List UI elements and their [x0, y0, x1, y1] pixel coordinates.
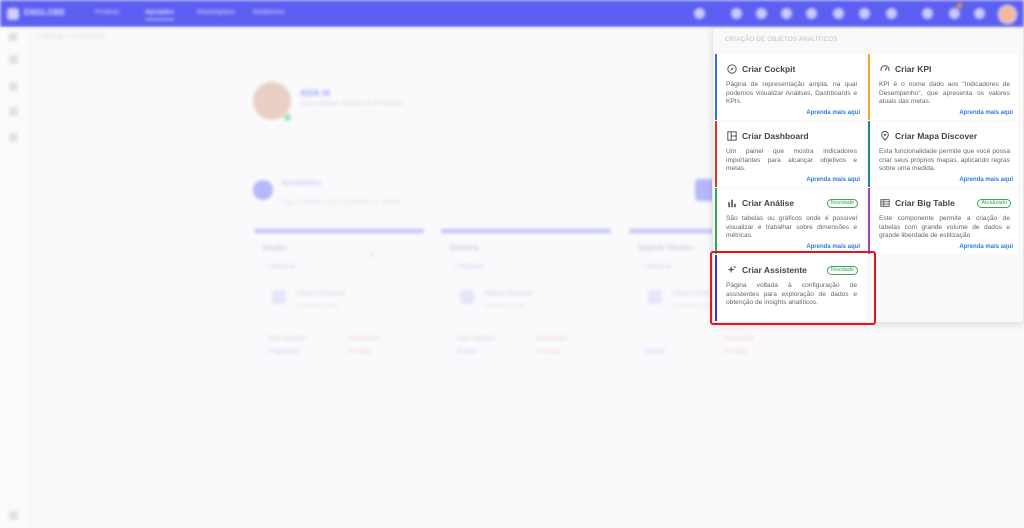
table-icon — [879, 198, 890, 209]
card-description: Esta funcionalidade permite que você pos… — [879, 148, 1010, 173]
gauge-icon — [879, 64, 890, 75]
map-pin-icon — [879, 131, 890, 142]
card-title: Criar Análise — [742, 198, 795, 208]
folder-icon[interactable] — [859, 8, 870, 19]
learn-more-link[interactable]: Aprenda mais aqui — [959, 110, 1013, 116]
card-description: Este componente permite a criação de tab… — [879, 215, 1010, 240]
apps-icon[interactable] — [731, 8, 742, 19]
search-icon[interactable] — [694, 8, 705, 19]
learn-more-link[interactable]: Aprenda mais aqui — [959, 244, 1013, 250]
dashboard-icon — [726, 131, 737, 142]
nav-item-relatorios[interactable]: Relatórios — [253, 9, 285, 16]
help-icon[interactable] — [922, 8, 933, 19]
card-title: Criar Dashboard — [742, 131, 809, 141]
card-description: Um painel que mostra indicadores importa… — [726, 148, 857, 173]
app-logo-text: ENGLOBE — [24, 8, 66, 17]
card-description: KPI é o nome dado aos "Indicadores de De… — [879, 81, 1010, 106]
bell-icon[interactable] — [949, 8, 960, 19]
bar-chart-icon — [726, 198, 737, 209]
chat-icon[interactable] — [781, 8, 792, 19]
top-navigation-bar: ENGLOBE Produto Apoiados Marketplace Rel… — [0, 0, 1024, 27]
learn-more-link[interactable]: Aprenda mais aqui — [806, 110, 860, 116]
user-avatar[interactable] — [998, 5, 1017, 24]
settings-icon[interactable] — [974, 8, 985, 19]
notification-badge — [957, 3, 962, 8]
new-badge: Novidade — [826, 198, 858, 208]
create-big-table-card[interactable]: Criar Big Table Atualizado Este componen… — [868, 188, 1018, 254]
panel-header: CRIAÇÃO DE OBJETOS ANALÍTICOS — [725, 37, 838, 43]
create-map-discover-card[interactable]: Criar Mapa Discover Esta funcionalidade … — [868, 121, 1018, 187]
chart-icon[interactable] — [806, 8, 817, 19]
card-title: Criar Mapa Discover — [895, 131, 978, 141]
create-dashboard-card[interactable]: Criar Dashboard Um painel que mostra ind… — [715, 121, 865, 187]
create-kpi-card[interactable]: Criar KPI KPI é o nome dado aos "Indicad… — [868, 54, 1018, 120]
nav-item-marketplace[interactable]: Marketplace — [197, 9, 235, 16]
card-title: Criar KPI — [895, 64, 932, 74]
create-cockpit-card[interactable]: Criar Cockpit Página de representação am… — [715, 54, 865, 120]
learn-more-link[interactable]: Aprenda mais aqui — [806, 177, 860, 183]
compass-icon — [726, 64, 737, 75]
calendar-icon[interactable] — [756, 8, 767, 19]
card-title: Criar Big Table — [895, 198, 955, 208]
card-description: São tabelas ou gráficos onde é possível … — [726, 215, 857, 240]
nav-item-produto[interactable]: Produto — [95, 9, 120, 16]
nav-item-apoiados[interactable]: Apoiados — [145, 9, 175, 20]
card-title: Criar Cockpit — [742, 64, 796, 74]
create-analysis-card[interactable]: Criar Análise Novidade São tabelas ou gr… — [715, 188, 865, 254]
updated-badge: Atualizado — [977, 198, 1011, 208]
learn-more-link[interactable]: Aprenda mais aqui — [959, 177, 1013, 183]
card-description: Página de representação ampla, na qual p… — [726, 81, 857, 106]
monitor-icon[interactable] — [886, 8, 897, 19]
learn-more-link[interactable]: Aprenda mais aqui — [806, 244, 860, 250]
globe-icon[interactable] — [833, 8, 844, 19]
app-logo-icon — [7, 8, 19, 20]
highlight-box — [710, 251, 876, 325]
